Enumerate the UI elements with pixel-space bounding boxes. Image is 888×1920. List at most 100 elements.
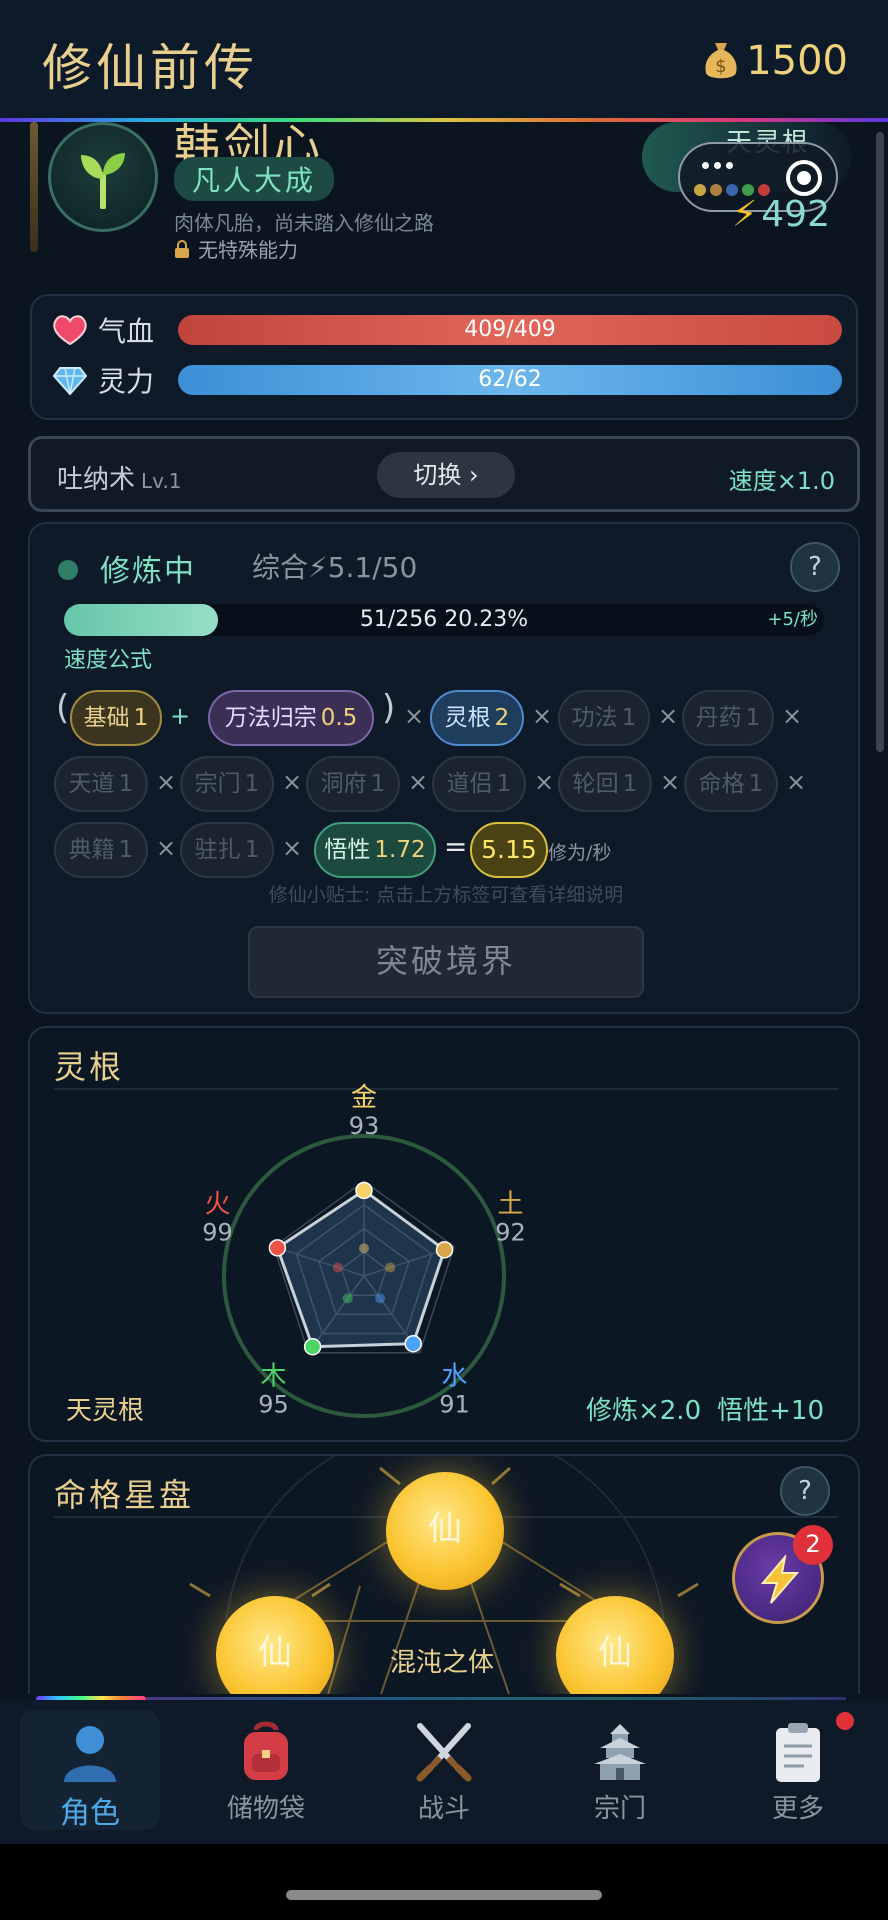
radar-point-0 bbox=[355, 1181, 373, 1200]
radar-inner-dot bbox=[375, 1293, 386, 1304]
technique-name: 吐纳术 Lv.1 bbox=[57, 465, 182, 495]
tag-daolv[interactable]: 道侣 1 bbox=[432, 756, 526, 812]
cultivation-tip: 修仙小贴士: 点击上方标签可查看详细说明 bbox=[268, 884, 624, 906]
radar-inner-dot bbox=[385, 1262, 396, 1273]
diamond-icon bbox=[52, 367, 88, 396]
tag-spirit-root[interactable]: 灵根 2 bbox=[430, 690, 524, 746]
radar-value-4: 99 bbox=[202, 1218, 233, 1246]
nav-item-character[interactable]: 角色 bbox=[20, 1710, 160, 1831]
plus-operator: + bbox=[170, 702, 191, 730]
technique-speed: 速度×1.0 bbox=[728, 467, 835, 495]
app-title: 修仙前传 bbox=[42, 39, 258, 97]
radar-value-1: 92 bbox=[495, 1218, 526, 1246]
bonus-insight: 悟性+10 bbox=[717, 1396, 824, 1426]
quick-action-button[interactable]: 2 bbox=[732, 1525, 833, 1624]
mp-bar: 62/62 bbox=[178, 365, 842, 395]
times-operator: × bbox=[786, 768, 807, 796]
cultivation-card: 修炼中 综合⚡5.1/50 ? 51/256 20.23% +5/秒 速度公式 … bbox=[28, 522, 860, 1014]
mp-row: 灵力 62/62 bbox=[52, 360, 842, 400]
times-operator: × bbox=[660, 768, 681, 796]
radar-point-3 bbox=[303, 1337, 322, 1356]
coin-value: 1500 bbox=[746, 38, 848, 84]
nav-item-battle[interactable]: 战斗 bbox=[374, 1710, 514, 1830]
radar-value-2: 91 bbox=[439, 1391, 470, 1419]
spirit-root-card: 灵根 金 93 土 92 水 91 木 95 火 99 天灵根 修炼×2.0 悟性+10 bbox=[28, 1026, 860, 1442]
technique-card: 吐纳术 Lv.1 切换 › 速度×1.0 bbox=[28, 436, 860, 512]
cultivation-overall: 综合⚡5.1/50 bbox=[252, 551, 418, 584]
nav-label-sect: 宗门 bbox=[593, 1794, 646, 1824]
lock-icon bbox=[175, 239, 189, 258]
breakthrough-button[interactable]: 突破境界 bbox=[248, 926, 644, 998]
radar-value-0: 93 bbox=[349, 1112, 380, 1140]
times-operator: × bbox=[534, 768, 555, 796]
tag-danyao[interactable]: 丹药 1 bbox=[682, 690, 774, 746]
avatar[interactable] bbox=[48, 122, 158, 232]
result-value[interactable]: 5.15 bbox=[470, 822, 548, 878]
star-orb-top[interactable]: 仙 bbox=[386, 1472, 504, 1590]
nav-item-more[interactable]: 更多 bbox=[728, 1710, 868, 1830]
tag-tiandao[interactable]: 天道 1 bbox=[54, 756, 148, 812]
tag-dongfu[interactable]: 洞府 1 bbox=[306, 756, 400, 812]
times-operator: × bbox=[658, 702, 679, 730]
bonus-cultivation: 修炼×2.0 bbox=[585, 1396, 702, 1426]
tag-zongmen[interactable]: 宗门 1 bbox=[180, 756, 274, 812]
nav-label-battle: 战斗 bbox=[417, 1794, 470, 1824]
person-icon bbox=[64, 1726, 116, 1782]
hp-value: 409/409 bbox=[464, 317, 556, 342]
times-operator: × bbox=[404, 702, 425, 730]
app-header: 修仙前传 $ 1500 bbox=[0, 0, 888, 122]
tag-wuxing[interactable]: 悟性 1.72 bbox=[314, 822, 436, 878]
star-disk-help-button[interactable]: ? bbox=[780, 1466, 830, 1516]
sprout-icon bbox=[81, 153, 125, 209]
character-accent-bar bbox=[30, 122, 38, 252]
cultivation-status: 修炼中 bbox=[100, 554, 196, 589]
notification-badge: 2 bbox=[793, 1525, 833, 1565]
tag-wanfa[interactable]: 万法归宗 0.5 bbox=[208, 690, 374, 746]
technique-level: Lv.1 bbox=[141, 469, 182, 493]
character-description: 肉体凡胎，尚未踏入修仙之路 bbox=[174, 211, 434, 235]
lightning-icon: ⚡ bbox=[732, 194, 758, 235]
home-indicator[interactable] bbox=[286, 1890, 602, 1900]
cultivation-help-button[interactable]: ? bbox=[790, 542, 840, 592]
money-bag-icon: $ bbox=[705, 43, 737, 79]
radar-point-2 bbox=[404, 1334, 422, 1353]
radar-inner-dot bbox=[359, 1243, 369, 1254]
main-scroll[interactable]: 韩剑心 凡人大成 肉体凡胎，尚未踏入修仙之路 无特殊能力 天灵根 ⚡ 492 bbox=[0, 122, 888, 1694]
tag-mingge[interactable]: 命格 1 bbox=[684, 756, 778, 812]
nav-label-more: 更多 bbox=[771, 1794, 824, 1824]
status-dot bbox=[58, 560, 78, 580]
radar-point-1 bbox=[435, 1241, 454, 1259]
nav-label-storage: 储物袋 bbox=[226, 1794, 305, 1824]
crossed-swords-icon bbox=[416, 1723, 472, 1782]
radar-point-4 bbox=[268, 1239, 287, 1257]
pagoda-icon bbox=[594, 1724, 646, 1780]
switch-technique-button[interactable]: 切换 › bbox=[377, 452, 515, 498]
cultivation-progress: 51/256 20.23% +5/秒 bbox=[64, 604, 824, 636]
hp-label: 气血 bbox=[98, 315, 155, 348]
tag-gongfa[interactable]: 功法 1 bbox=[558, 690, 650, 746]
coin-balance[interactable]: $ 1500 bbox=[702, 38, 848, 84]
formula-label: 速度公式 bbox=[64, 648, 153, 673]
nav-item-storage[interactable]: 储物袋 bbox=[196, 1710, 336, 1830]
equals-operator: = bbox=[444, 830, 468, 863]
tag-base[interactable]: 基础 1 bbox=[70, 690, 162, 746]
power-value: 492 bbox=[761, 194, 830, 235]
tag-lunhui[interactable]: 轮回 1 bbox=[558, 756, 652, 812]
radar-label-1: 土 bbox=[497, 1189, 523, 1219]
tag-dianji[interactable]: 典籍 1 bbox=[54, 822, 148, 878]
mp-value: 62/62 bbox=[478, 367, 542, 392]
backpack-icon bbox=[244, 1721, 288, 1780]
heart-icon bbox=[53, 315, 87, 346]
spirit-root-radar: 金93 土92 水91 木95 火99 bbox=[202, 1083, 526, 1419]
radar-label-2: 水 bbox=[442, 1362, 468, 1392]
vitals-card: 气血 409/409 灵力 62/62 bbox=[30, 294, 858, 420]
more-dots-icon[interactable] bbox=[702, 162, 733, 169]
progress-text: 51/256 20.23% bbox=[359, 607, 529, 632]
radar-inner-dot bbox=[342, 1293, 353, 1304]
mp-label: 灵力 bbox=[98, 365, 155, 398]
scrollbar[interactable] bbox=[876, 132, 884, 752]
target-icon[interactable] bbox=[784, 158, 824, 198]
nav-item-sect[interactable]: 宗门 bbox=[550, 1710, 690, 1830]
ability-text: 无特殊能力 bbox=[198, 238, 298, 262]
tag-zhuzha[interactable]: 驻扎 1 bbox=[180, 822, 274, 878]
